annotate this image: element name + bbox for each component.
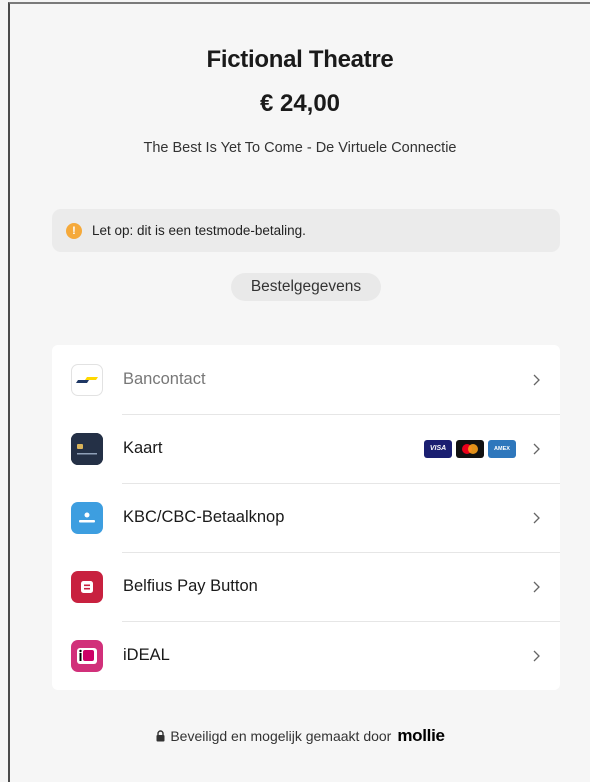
lock-icon xyxy=(156,730,165,742)
chevron-right-icon xyxy=(533,443,540,454)
merchant-name: Fictional Theatre xyxy=(206,46,394,73)
belfius-icon xyxy=(71,570,103,603)
footer-text: Beveiligd en mogelijk gemaakt door xyxy=(170,728,392,744)
bancontact-icon xyxy=(71,363,103,396)
footer: Beveiligd en mogelijk gemaakt door molli… xyxy=(10,726,590,746)
order-details-button[interactable]: Bestelgegevens xyxy=(231,273,381,301)
payment-description: The Best Is Yet To Come - De Virtuele Co… xyxy=(143,140,457,156)
card-icon xyxy=(71,432,103,465)
payment-amount: € 24,00 xyxy=(259,90,341,117)
chevron-right-icon xyxy=(533,581,540,592)
payment-method-list: Bancontact Kaart VISA AMEX KBC/CBC-Betaa… xyxy=(52,345,560,690)
method-kbc[interactable]: KBC/CBC-Betaalknop xyxy=(52,483,560,552)
method-bancontact[interactable]: Bancontact xyxy=(52,345,560,414)
method-label: iDEAL xyxy=(123,646,170,664)
notice-text: Let op: dit is een testmode-betaling. xyxy=(92,223,306,238)
method-label: Kaart xyxy=(123,439,163,457)
method-card[interactable]: Kaart VISA AMEX xyxy=(52,414,560,483)
testmode-notice: ! Let op: dit is een testmode-betaling. xyxy=(52,209,560,252)
payment-window: Fictional Theatre € 24,00 The Best Is Ye… xyxy=(8,2,590,782)
method-ideal[interactable]: iDEAL xyxy=(52,621,560,690)
method-label: Bancontact xyxy=(123,370,206,388)
ideal-icon xyxy=(71,639,103,672)
method-label: KBC/CBC-Betaalknop xyxy=(123,508,285,526)
chevron-right-icon xyxy=(533,512,540,523)
chevron-right-icon xyxy=(533,374,540,385)
method-belfius[interactable]: Belfius Pay Button xyxy=(52,552,560,621)
visa-icon: VISA xyxy=(424,439,452,458)
method-label: Belfius Pay Button xyxy=(123,577,258,595)
mastercard-icon xyxy=(456,439,484,458)
amex-icon: AMEX xyxy=(488,439,516,458)
warning-icon: ! xyxy=(66,222,82,239)
kbc-icon xyxy=(71,501,103,534)
card-brands: VISA AMEX xyxy=(424,439,516,458)
chevron-right-icon xyxy=(533,650,540,661)
mollie-logo-link[interactable]: mollie xyxy=(397,726,445,746)
